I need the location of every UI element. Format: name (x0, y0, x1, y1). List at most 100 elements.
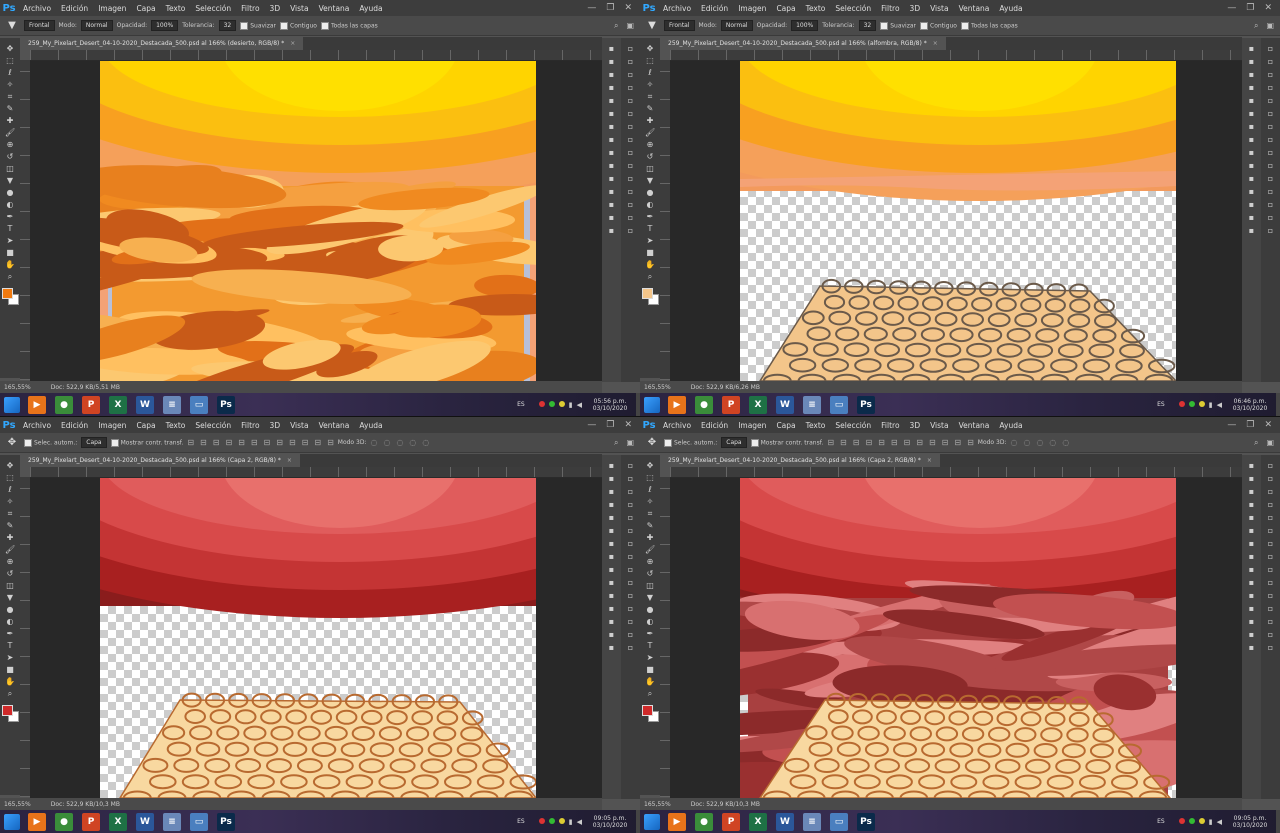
libraries-panel-icon[interactable]: ▫ (1266, 539, 1276, 549)
search-icon[interactable]: ⌕ (614, 438, 618, 448)
color-panel-icon[interactable]: ▪ (1247, 57, 1257, 67)
document-canvas[interactable] (100, 478, 536, 798)
tray-red-icon[interactable] (1178, 817, 1185, 824)
stamp-tool-icon[interactable]: ⊕ (5, 557, 15, 567)
tray-green-icon[interactable] (1188, 817, 1195, 824)
document-canvas[interactable] (740, 478, 1176, 798)
brushes-panel-icon[interactable]: ▪ (1247, 578, 1257, 588)
properties-panel-icon[interactable]: ▪ (1247, 565, 1257, 575)
align-right-icon[interactable]: ⊟ (251, 438, 258, 447)
tool-presets-panel-icon[interactable]: ▫ (1266, 83, 1276, 93)
layer-comps-panel-icon[interactable]: ▫ (1266, 44, 1276, 54)
align-bottom-icon[interactable]: ⊟ (853, 438, 860, 447)
excel-icon[interactable]: X (109, 395, 127, 414)
network-icon[interactable]: ▮ (569, 818, 573, 826)
smooth-checkbox-box[interactable] (880, 21, 889, 30)
notepad-icon[interactable]: ≡ (163, 395, 181, 414)
word-icon[interactable]: W (776, 812, 794, 831)
tray-green-icon[interactable] (548, 400, 555, 407)
document-tab[interactable]: 259_My_Pixelart_Desert_04-10-2020_Destac… (20, 37, 304, 50)
menu-ayuda[interactable]: Ayuda (994, 421, 1027, 430)
close-icon[interactable]: ✕ (1264, 3, 1272, 13)
menu-vista[interactable]: Vista (925, 421, 954, 430)
volume-icon[interactable]: ◀ (577, 818, 582, 826)
quick-select-tool-icon[interactable]: ✧ (5, 80, 15, 90)
navigator-panel-icon[interactable]: ▪ (607, 643, 617, 653)
quick-select-tool-icon[interactable]: ✧ (645, 80, 655, 90)
properties-panel-icon[interactable]: ▪ (1247, 148, 1257, 158)
zoom-tool-icon[interactable]: ⌕ (645, 689, 655, 699)
menu-ventana[interactable]: Ventana (954, 4, 995, 13)
opacity-input[interactable]: 100% (791, 20, 819, 31)
gradient-panel-icon[interactable]: ▫ (626, 565, 636, 575)
paragraph-style-panel-icon[interactable]: ▫ (626, 604, 636, 614)
photoshop-icon[interactable]: Ps (217, 812, 235, 831)
glyphs-panel-icon[interactable]: ▫ (1266, 552, 1276, 562)
photoshop-logo[interactable]: Ps (640, 417, 658, 433)
photoshop-icon[interactable]: Ps (857, 812, 875, 831)
brush-tool-icon[interactable]: 🖌 (5, 128, 15, 138)
glyphs-panel-icon[interactable]: ▫ (626, 552, 636, 562)
menu-edicion[interactable]: Edición (56, 4, 93, 13)
menu-vista[interactable]: Vista (285, 421, 314, 430)
histogram-panel-icon[interactable]: ▫ (626, 630, 636, 640)
device-preview-panel-icon[interactable]: ▫ (1266, 643, 1276, 653)
text-style-panel-icon[interactable]: ▫ (1266, 591, 1276, 601)
layers-panel-icon[interactable]: ▪ (1247, 109, 1257, 119)
orbit-3d-icon[interactable]: ◌ (370, 438, 377, 447)
menu-ayuda[interactable]: Ayuda (354, 4, 387, 13)
align-bottom-icon[interactable]: ⊟ (213, 438, 220, 447)
search-icon[interactable]: ⌕ (614, 21, 618, 31)
auto-select-target-select[interactable]: Capa (721, 437, 747, 448)
maximize-icon[interactable]: ❐ (606, 420, 614, 430)
gradient-panel-icon[interactable]: ▫ (626, 148, 636, 158)
crop-tool-icon[interactable]: ⌗ (645, 92, 655, 102)
auto-select-target-select[interactable]: Capa (81, 437, 107, 448)
shape-tool-icon[interactable]: ■ (5, 665, 15, 675)
lasso-tool-icon[interactable]: ℓ (5, 485, 15, 495)
align-center-icon[interactable]: ⊟ (238, 438, 245, 447)
roll-3d-icon[interactable]: ◌ (1023, 438, 1030, 447)
info-panel-icon[interactable]: ▪ (607, 630, 617, 640)
path-select-tool-icon[interactable]: ➤ (645, 653, 655, 663)
device-preview-panel-icon[interactable]: ▫ (626, 643, 636, 653)
auto-select-checkbox[interactable]: Selec. autom.: (24, 438, 77, 447)
zoom-tool-icon[interactable]: ⌕ (645, 272, 655, 282)
paint-bucket-tool-icon[interactable]: ▼ (645, 176, 655, 186)
menu-ventana[interactable]: Ventana (954, 421, 995, 430)
all-layers-checkbox[interactable]: Todas las capas (320, 21, 378, 30)
quick-select-tool-icon[interactable]: ✧ (5, 497, 15, 507)
layers-panel-icon[interactable]: ▪ (1247, 526, 1257, 536)
type-tool-icon[interactable]: T (645, 641, 655, 651)
slide-3d-icon[interactable]: ◌ (409, 438, 416, 447)
maximize-icon[interactable]: ❐ (606, 3, 614, 13)
marquee-tool-icon[interactable]: ⬚ (5, 56, 15, 66)
eyedropper-tool-icon[interactable]: ✎ (645, 521, 655, 531)
history-panel-icon[interactable]: ▪ (1247, 44, 1257, 54)
pen-tool-icon[interactable]: ✒ (5, 212, 15, 222)
menu-3d[interactable]: 3D (265, 4, 286, 13)
foreground-color-swatch[interactable] (2, 288, 13, 299)
workspace-icon[interactable]: ▣ (1266, 21, 1274, 31)
patterns-panel-icon[interactable]: ▫ (1266, 161, 1276, 171)
powerpoint-icon[interactable]: P (722, 395, 740, 414)
crop-tool-icon[interactable]: ⌗ (5, 92, 15, 102)
document-tab[interactable]: 259_My_Pixelart_Desert_04-10-2020_Destac… (20, 454, 300, 467)
paths-panel-icon[interactable]: ▪ (607, 135, 617, 145)
eraser-tool-icon[interactable]: ◫ (5, 164, 15, 174)
zoom-level[interactable]: 165,55% (644, 801, 671, 808)
show-transform-checkbox[interactable]: Mostrar contr. transf. (750, 438, 823, 447)
adjust-panel-icon[interactable]: ▪ (1247, 96, 1257, 106)
eraser-tool-icon[interactable]: ◫ (645, 164, 655, 174)
hand-tool-icon[interactable]: ✋ (5, 260, 15, 270)
menu-imagen[interactable]: Imagen (733, 4, 771, 13)
menu-capa[interactable]: Capa (131, 4, 160, 13)
menu-filtro[interactable]: Filtro (876, 4, 904, 13)
minimize-icon[interactable]: — (1227, 420, 1236, 430)
align-middle-icon[interactable]: ⊟ (840, 438, 847, 447)
all-layers-checkbox[interactable]: Todas las capas (960, 21, 1018, 30)
menu-3d[interactable]: 3D (905, 421, 926, 430)
document-tab[interactable]: 259_My_Pixelart_Desert_04-10-2020_Destac… (660, 37, 946, 50)
3d-panel-icon[interactable]: ▫ (1266, 617, 1276, 627)
tray-red-icon[interactable] (538, 400, 545, 407)
